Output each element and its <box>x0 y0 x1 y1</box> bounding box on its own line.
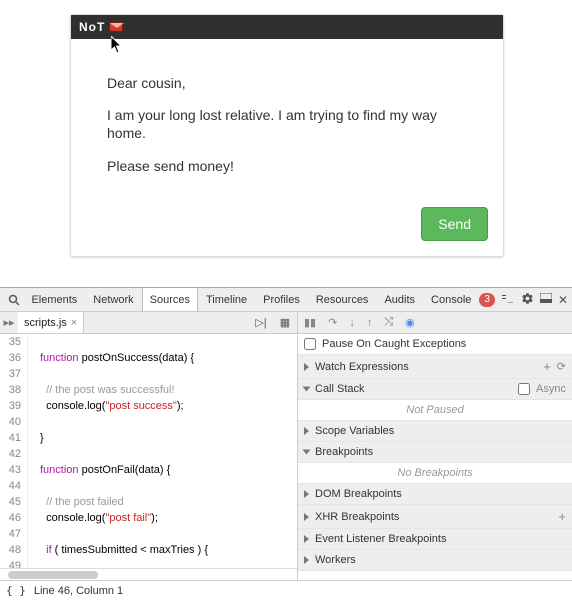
add-icon[interactable]: + <box>558 509 566 524</box>
mail-icon <box>109 22 123 32</box>
tab-resources[interactable]: Resources <box>308 288 377 311</box>
debugger-toolbar: ▮▮ ↷ ↓ ↑ ⤭ ◉ <box>298 312 572 334</box>
run-snippet-icon[interactable]: ▷| <box>249 316 273 329</box>
app-title: NoT <box>79 20 105 34</box>
section-label: Breakpoints <box>315 446 373 458</box>
section-label: Call Stack <box>315 383 365 395</box>
section-label: XHR Breakpoints <box>315 511 399 523</box>
step-out-icon[interactable]: ↑ <box>367 317 373 329</box>
pause-exceptions-icon[interactable]: ◉ <box>405 316 415 329</box>
tab-audits[interactable]: Audits <box>376 288 423 311</box>
console-toggle-icon[interactable]: _ <box>501 293 515 306</box>
chevron-right-icon <box>304 490 309 498</box>
async-checkbox[interactable] <box>518 383 530 395</box>
chevron-down-icon <box>303 450 311 455</box>
section-label: Workers <box>315 554 356 566</box>
dock-icon[interactable] <box>540 293 552 306</box>
chevron-right-icon <box>304 427 309 435</box>
dom-breakpoints-section[interactable]: DOM Breakpoints <box>298 484 572 505</box>
chevron-right-icon <box>304 535 309 543</box>
devtools-toolbar: Elements Network Sources Timeline Profil… <box>0 288 572 312</box>
breakpoints-section[interactable]: Breakpoints <box>298 442 572 463</box>
debugger-pane: ▮▮ ↷ ↓ ↑ ⤭ ◉ Pause On Caught Exceptions … <box>298 312 572 580</box>
workers-section[interactable]: Workers <box>298 550 572 571</box>
email-line: I am your long lost relative. I am tryin… <box>107 106 467 142</box>
step-into-icon[interactable]: ↓ <box>349 317 355 329</box>
horizontal-scrollbar[interactable] <box>0 568 297 580</box>
pause-on-caught-row[interactable]: Pause On Caught Exceptions <box>298 334 572 355</box>
code-editor[interactable]: 3536373839404142434445464748495051525354… <box>0 334 297 568</box>
chevron-right-icon <box>304 513 309 521</box>
status-text: Line 46, Column 1 <box>34 585 123 597</box>
call-stack-section[interactable]: Call Stack Async <box>298 379 572 400</box>
pause-caught-label: Pause On Caught Exceptions <box>322 338 466 350</box>
tab-network[interactable]: Network <box>85 288 141 311</box>
email-body: Dear cousin, I am your long lost relativ… <box>71 39 503 207</box>
devtools-tabs: Elements Network Sources Timeline Profil… <box>23 288 479 311</box>
pause-caught-checkbox[interactable] <box>304 338 316 350</box>
devtools-panel: Elements Network Sources Timeline Profil… <box>0 287 572 600</box>
async-label: Async <box>536 383 566 395</box>
pause-icon[interactable]: ▮▮ <box>304 316 316 329</box>
svg-text:_: _ <box>507 293 514 303</box>
file-tab-label: scripts.js <box>24 317 67 329</box>
pretty-print-icon[interactable]: { } <box>6 584 26 597</box>
error-badge[interactable]: 3 <box>479 293 495 307</box>
format-icon[interactable]: ▦ <box>273 316 297 329</box>
sources-pane: ▸▸ scripts.js × ▷| ▦ 3536373839404142434… <box>0 312 298 580</box>
file-tab[interactable]: scripts.js × <box>18 312 84 333</box>
watch-expressions-section[interactable]: Watch Expressions + ⟳ <box>298 355 572 379</box>
section-label: Scope Variables <box>315 425 394 437</box>
file-tabbar: ▸▸ scripts.js × ▷| ▦ <box>0 312 297 334</box>
not-paused-label: Not Paused <box>298 400 572 421</box>
refresh-icon[interactable]: ⟳ <box>557 360 566 373</box>
tab-timeline[interactable]: Timeline <box>198 288 255 311</box>
chevron-right-icon <box>304 556 309 564</box>
tab-elements[interactable]: Elements <box>23 288 85 311</box>
send-button[interactable]: Send <box>421 207 488 241</box>
email-window: NoT Dear cousin, I am your long lost rel… <box>70 14 504 257</box>
email-line: Dear cousin, <box>107 74 467 92</box>
tab-console[interactable]: Console <box>423 288 479 311</box>
xhr-breakpoints-section[interactable]: XHR Breakpoints + <box>298 505 572 529</box>
section-label: Event Listener Breakpoints <box>315 533 446 545</box>
chevron-down-icon <box>303 387 311 392</box>
email-actions: Send <box>71 207 503 256</box>
no-breakpoints-label: No Breakpoints <box>298 463 572 484</box>
sidebar-toggle-icon[interactable]: ▸▸ <box>0 316 18 329</box>
email-titlebar[interactable]: NoT <box>71 15 503 39</box>
chevron-right-icon <box>304 363 309 371</box>
close-icon[interactable]: ✕ <box>558 293 568 307</box>
scope-section[interactable]: Scope Variables <box>298 421 572 442</box>
gear-icon[interactable] <box>521 292 534 308</box>
gutter: 3536373839404142434445464748495051525354… <box>0 334 28 568</box>
section-label: Watch Expressions <box>315 361 409 373</box>
tab-profiles[interactable]: Profiles <box>255 288 308 311</box>
close-icon[interactable]: × <box>71 317 77 329</box>
add-icon[interactable]: + <box>543 359 551 374</box>
deactivate-bp-icon[interactable]: ⤭ <box>384 316 393 329</box>
step-over-icon[interactable]: ↷ <box>328 316 337 329</box>
search-icon[interactable] <box>4 294 23 306</box>
section-label: DOM Breakpoints <box>315 488 402 500</box>
tab-sources[interactable]: Sources <box>142 288 198 311</box>
email-line: Please send money! <box>107 157 467 175</box>
code[interactable]: function postOnSuccess(data) { // the po… <box>28 334 297 568</box>
devtools-statusbar: { } Line 46, Column 1 <box>0 580 572 600</box>
event-breakpoints-section[interactable]: Event Listener Breakpoints <box>298 529 572 550</box>
mouse-cursor-icon <box>111 36 123 54</box>
